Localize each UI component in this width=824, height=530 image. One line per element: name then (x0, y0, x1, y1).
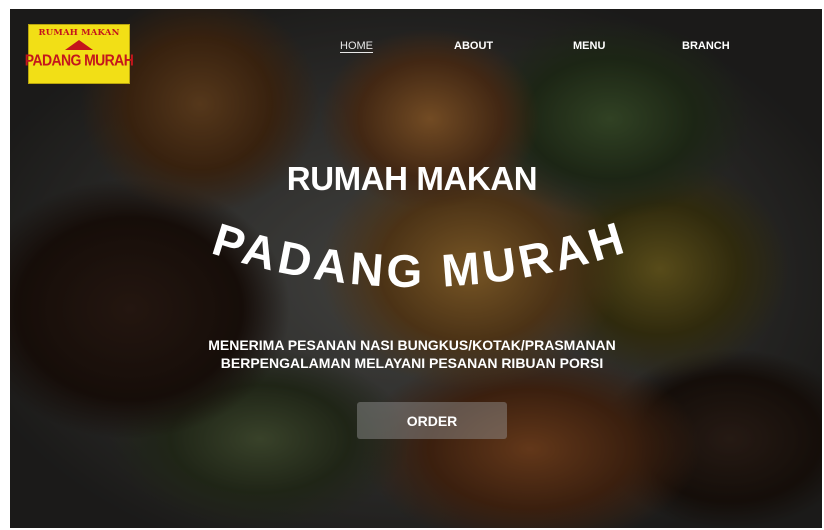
order-button[interactable]: ORDER (357, 402, 507, 439)
svg-text:PADANG MURAH: PADANG MURAH (207, 211, 633, 298)
hero-arc-heading: PADANG MURAH (207, 211, 633, 298)
page-frame: RUMAH MAKAN PADANG MURAH HOME ABOUT MENU… (0, 0, 824, 530)
hero-arc-text: PADANG MURAH (207, 211, 629, 298)
tagline-experience: BERPENGALAMAN MELAYANI PESANAN RIBUAN PO… (220, 355, 604, 371)
tagline-orders: MENERIMA PESANAN NASI BUNGKUS/KOTAK/PRAS… (208, 337, 616, 353)
